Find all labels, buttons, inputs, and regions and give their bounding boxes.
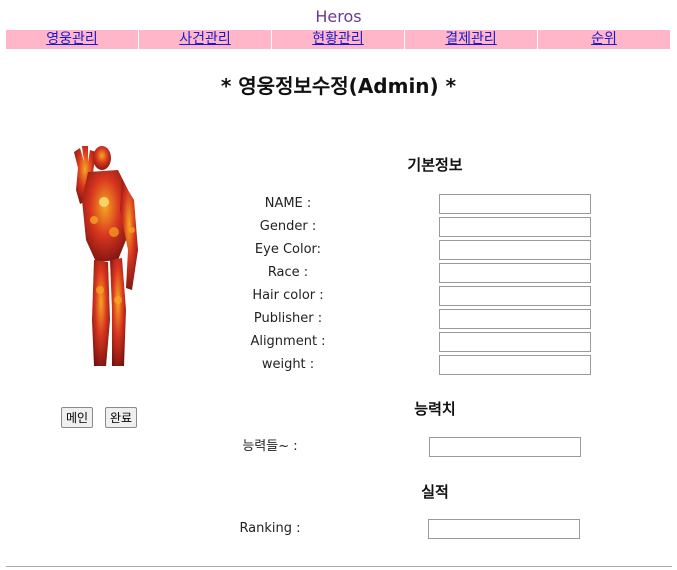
- gender-label: Gender :: [259, 219, 317, 234]
- publisher-field[interactable]: [439, 309, 591, 329]
- nav-item-status-management[interactable]: 현황관리: [272, 30, 405, 49]
- done-button[interactable]: 완료: [105, 407, 138, 428]
- nav-item-ranking[interactable]: 순위: [538, 30, 670, 49]
- gender-field[interactable]: [439, 217, 591, 237]
- basic-info-heading: 기본정보: [407, 156, 463, 174]
- weight-field[interactable]: [439, 355, 591, 375]
- site-title: Heros: [315, 7, 362, 26]
- page: Heros 영웅관리 사건관리 현황관리 결제관리 순위 * 영웅정보수정(Ad…: [0, 0, 677, 570]
- ranking-field[interactable]: [428, 519, 580, 539]
- race-field[interactable]: [439, 263, 591, 283]
- nav-bar: 영웅관리 사건관리 현황관리 결제관리 순위: [6, 30, 670, 49]
- alignment-label: Alignment :: [250, 334, 326, 349]
- record-heading: 실적: [421, 483, 449, 501]
- race-label: Race :: [267, 265, 309, 280]
- main-button[interactable]: 메인: [61, 407, 94, 428]
- abilities-label: 능력들~ :: [242, 439, 298, 454]
- weight-label: weight :: [261, 357, 315, 372]
- name-label: NAME :: [264, 196, 312, 211]
- nav-item-incident-management[interactable]: 사건관리: [139, 30, 272, 49]
- ranking-label: Ranking :: [239, 521, 301, 536]
- nav-item-payment-management[interactable]: 결제관리: [405, 30, 538, 49]
- page-title: * 영웅정보수정(Admin) *: [220, 74, 457, 98]
- hair-color-field[interactable]: [439, 286, 591, 306]
- abilities-field[interactable]: [429, 437, 581, 457]
- hair-color-label: Hair color :: [252, 288, 324, 303]
- eye-color-label: Eye Color:: [254, 242, 322, 257]
- eye-color-field[interactable]: [439, 240, 591, 260]
- ability-heading: 능력치: [414, 400, 456, 418]
- alignment-field[interactable]: [439, 332, 591, 352]
- name-field[interactable]: [439, 194, 591, 214]
- publisher-label: Publisher :: [253, 311, 323, 326]
- hero-image: [74, 146, 138, 366]
- nav-item-hero-management[interactable]: 영웅관리: [6, 30, 139, 49]
- bottom-divider: [6, 566, 672, 567]
